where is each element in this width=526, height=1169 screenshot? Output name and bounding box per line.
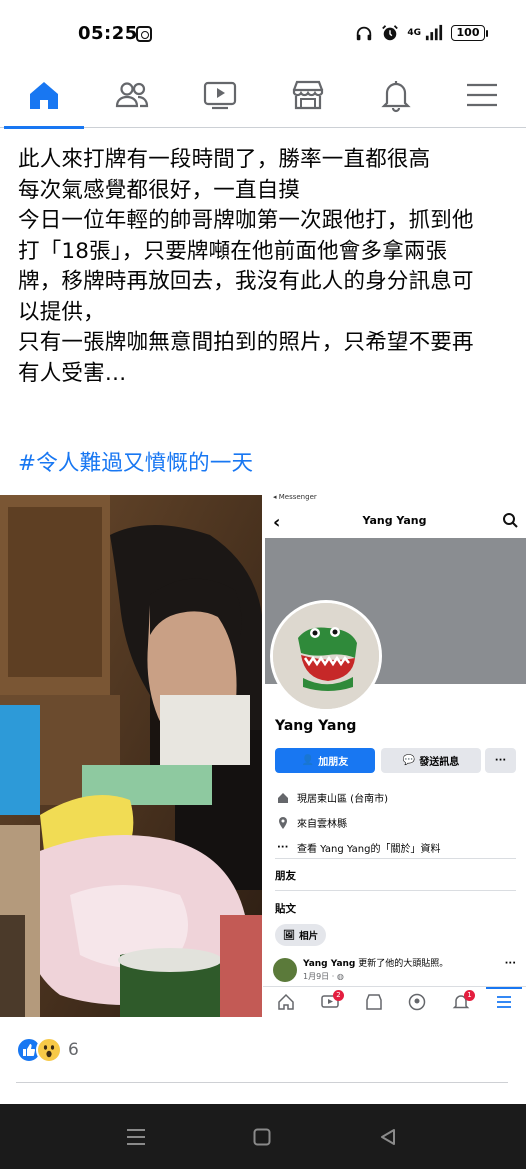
notifications-badge: 1 <box>464 990 475 1001</box>
home-button[interactable] <box>236 1104 288 1169</box>
headphones-icon <box>357 26 372 41</box>
alarm-icon <box>382 25 399 41</box>
photo-illustration <box>0 495 262 1017</box>
tab-friends[interactable] <box>88 62 176 128</box>
reactions-summary[interactable]: 6 <box>16 1037 79 1063</box>
friends-icon <box>115 82 149 108</box>
lives-in-row: 現居東山區 (台南市) <box>277 790 388 805</box>
divider <box>275 858 516 859</box>
add-friend-icon: 👤 <box>301 755 315 766</box>
profile-update-post: Yang Yang 更新了他的大頭貼照。 1月9日 · ◍ <box>273 958 448 982</box>
home-icon <box>30 82 58 109</box>
profile-header-title: Yang Yang <box>362 514 427 527</box>
post-body: 此人來打牌有一段時間了，勝率一直都很高 每次氣感覺都很好，一直自摸 今日一位年輕… <box>18 145 518 389</box>
search-icon <box>503 513 518 528</box>
photos-chip-label: 相片 <box>299 931 319 942</box>
back-button[interactable] <box>362 1104 414 1169</box>
divider <box>275 890 516 891</box>
post-line: 此人來打牌有一段時間了，勝率一直都很高 <box>18 147 431 172</box>
marketplace-icon <box>292 80 324 110</box>
screenshot-bottom-nav: 2 1 <box>263 986 526 1017</box>
post-line: 有人受害… <box>18 360 127 386</box>
status-icons: 4G 100 <box>355 24 488 42</box>
notifications-icon <box>381 81 411 113</box>
post-image[interactable]: ◂ Messenger ‹ Yang Yang Yang Yang 👤 加朋友 … <box>0 490 526 1017</box>
network-type: 4G <box>407 28 421 38</box>
profile-header: ‹ Yang Yang <box>263 504 526 538</box>
recent-apps-button[interactable] <box>110 1104 162 1169</box>
post-line: 牌，移牌時再放回去，我沒有此人的身分訊息可 <box>18 269 474 294</box>
recent-apps-icon <box>127 1128 145 1145</box>
about-row[interactable]: ··· 查看 Yang Yang的「關於」資料 <box>277 840 441 856</box>
tab-home[interactable] <box>0 62 88 129</box>
tab-watch[interactable] <box>176 62 264 128</box>
menu-icon <box>497 996 511 1008</box>
menu-icon <box>467 83 497 107</box>
watch-icon <box>203 81 237 110</box>
signal-icon <box>425 24 443 41</box>
watch-icon: 2 <box>321 990 344 1011</box>
from-row: 來自雲林縣 <box>277 815 347 830</box>
ellipsis-icon: ··· <box>277 841 289 853</box>
post-line: 打「18張」，只要牌噸在他前面他會多拿兩張 <box>18 238 448 264</box>
avatar <box>273 958 297 982</box>
battery-icon: 100 <box>451 25 488 41</box>
tab-notifications[interactable] <box>352 62 440 128</box>
notifications-icon: 1 <box>452 990 475 1011</box>
add-friend-label: 加朋友 <box>318 757 349 768</box>
reaction-count: 6 <box>68 1040 79 1060</box>
update-date: 1月9日 · <box>303 972 337 981</box>
photo-icon: 🖼 <box>283 929 296 941</box>
instagram-notification-icon <box>136 26 152 42</box>
home-square-icon <box>253 1128 271 1145</box>
more-options-button[interactable]: ··· <box>485 748 516 773</box>
update-text: 更新了他的大頭貼照。 <box>355 959 449 969</box>
globe-icon: ◍ <box>336 972 344 981</box>
marketplace-icon <box>366 994 382 1010</box>
hashtag-link[interactable]: #令人難過又憤慨的一天 <box>18 446 253 477</box>
facebook-profile-screenshot: ◂ Messenger ‹ Yang Yang Yang Yang 👤 加朋友 … <box>263 490 526 1017</box>
post-line: 每次氣感覺都很好，一直自摸 <box>18 177 301 203</box>
messenger-back-label: ◂ Messenger <box>273 493 317 501</box>
from-text: 來自雲林縣 <box>297 819 347 830</box>
status-bar: 05:25 4G 100 <box>0 0 526 62</box>
post-line: 今日一位年輕的帥哥牌咖第一次跟他打，抓到他 <box>18 208 474 233</box>
top-navigation <box>0 62 526 129</box>
photo-of-person <box>0 495 262 1017</box>
about-text: 查看 Yang Yang的「關於」資料 <box>297 844 441 855</box>
status-time: 05:25 <box>78 23 138 44</box>
post-more-icon[interactable]: ··· <box>505 958 516 969</box>
lives-in-text: 現居東山區 (台南市) <box>297 794 388 805</box>
send-message-label: 發送訊息 <box>419 757 460 768</box>
send-message-button[interactable]: 💬 發送訊息 <box>381 748 481 773</box>
post-line: 以提供， <box>18 299 105 325</box>
post-line: 只有一張牌咖無意間拍到的照片，只希望不要再 <box>18 330 474 355</box>
active-tab-indicator <box>486 987 522 989</box>
location-pin-icon <box>279 816 287 829</box>
add-friend-button[interactable]: 👤 加朋友 <box>275 748 375 773</box>
groups-icon <box>408 993 426 1011</box>
tab-marketplace[interactable] <box>264 62 352 128</box>
house-icon <box>278 792 288 803</box>
crocodile-toy-icon <box>273 603 379 709</box>
back-triangle-icon <box>381 1128 395 1145</box>
update-author: Yang Yang <box>303 959 356 969</box>
tab-menu[interactable] <box>438 62 526 128</box>
posts-section-title: 貼文 <box>275 903 296 915</box>
wow-reaction-icon <box>36 1037 62 1063</box>
watch-badge: 2 <box>333 990 344 1001</box>
photos-chip[interactable]: 🖼 相片 <box>275 924 327 946</box>
messenger-icon: 💬 <box>402 755 416 766</box>
profile-name: Yang Yang <box>275 718 357 734</box>
profile-avatar <box>270 600 382 712</box>
active-tab-indicator <box>4 126 84 129</box>
home-icon <box>278 993 294 1010</box>
divider <box>16 1082 508 1083</box>
battery-level: 100 <box>451 25 485 41</box>
friends-section-title: 朋友 <box>275 870 296 882</box>
system-navigation-bar <box>0 1104 526 1169</box>
